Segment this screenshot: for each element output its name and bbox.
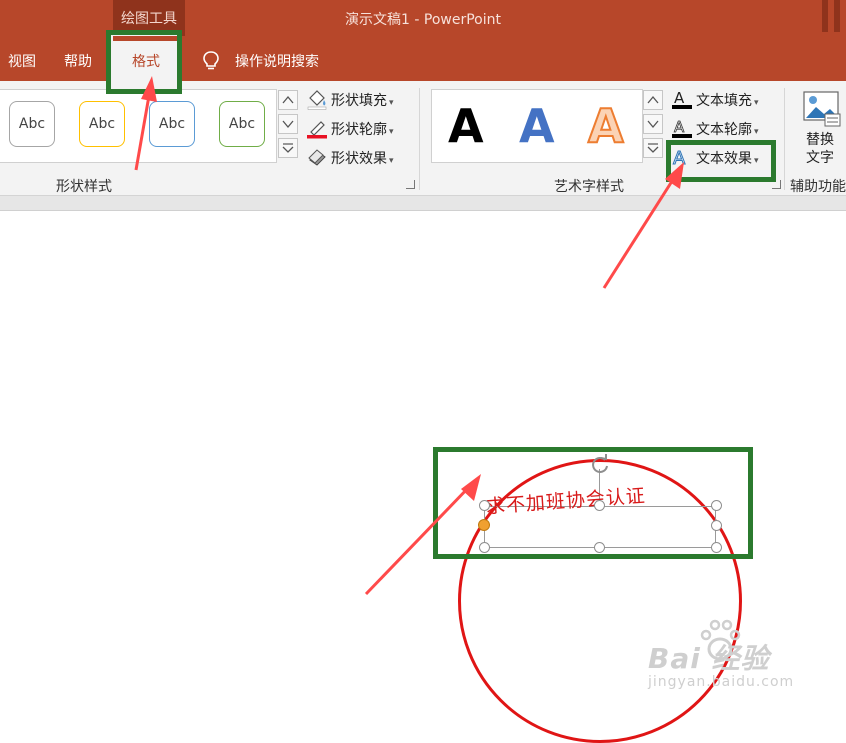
arrow-to-textbox bbox=[364, 474, 481, 596]
arrow-to-text-effects bbox=[602, 162, 684, 289]
arrow-to-format-tab bbox=[134, 76, 157, 171]
watermark-url: jingyan.baidu.com bbox=[648, 674, 795, 690]
paw-logo-icon bbox=[700, 619, 741, 661]
tutorial-arrows bbox=[134, 76, 684, 596]
